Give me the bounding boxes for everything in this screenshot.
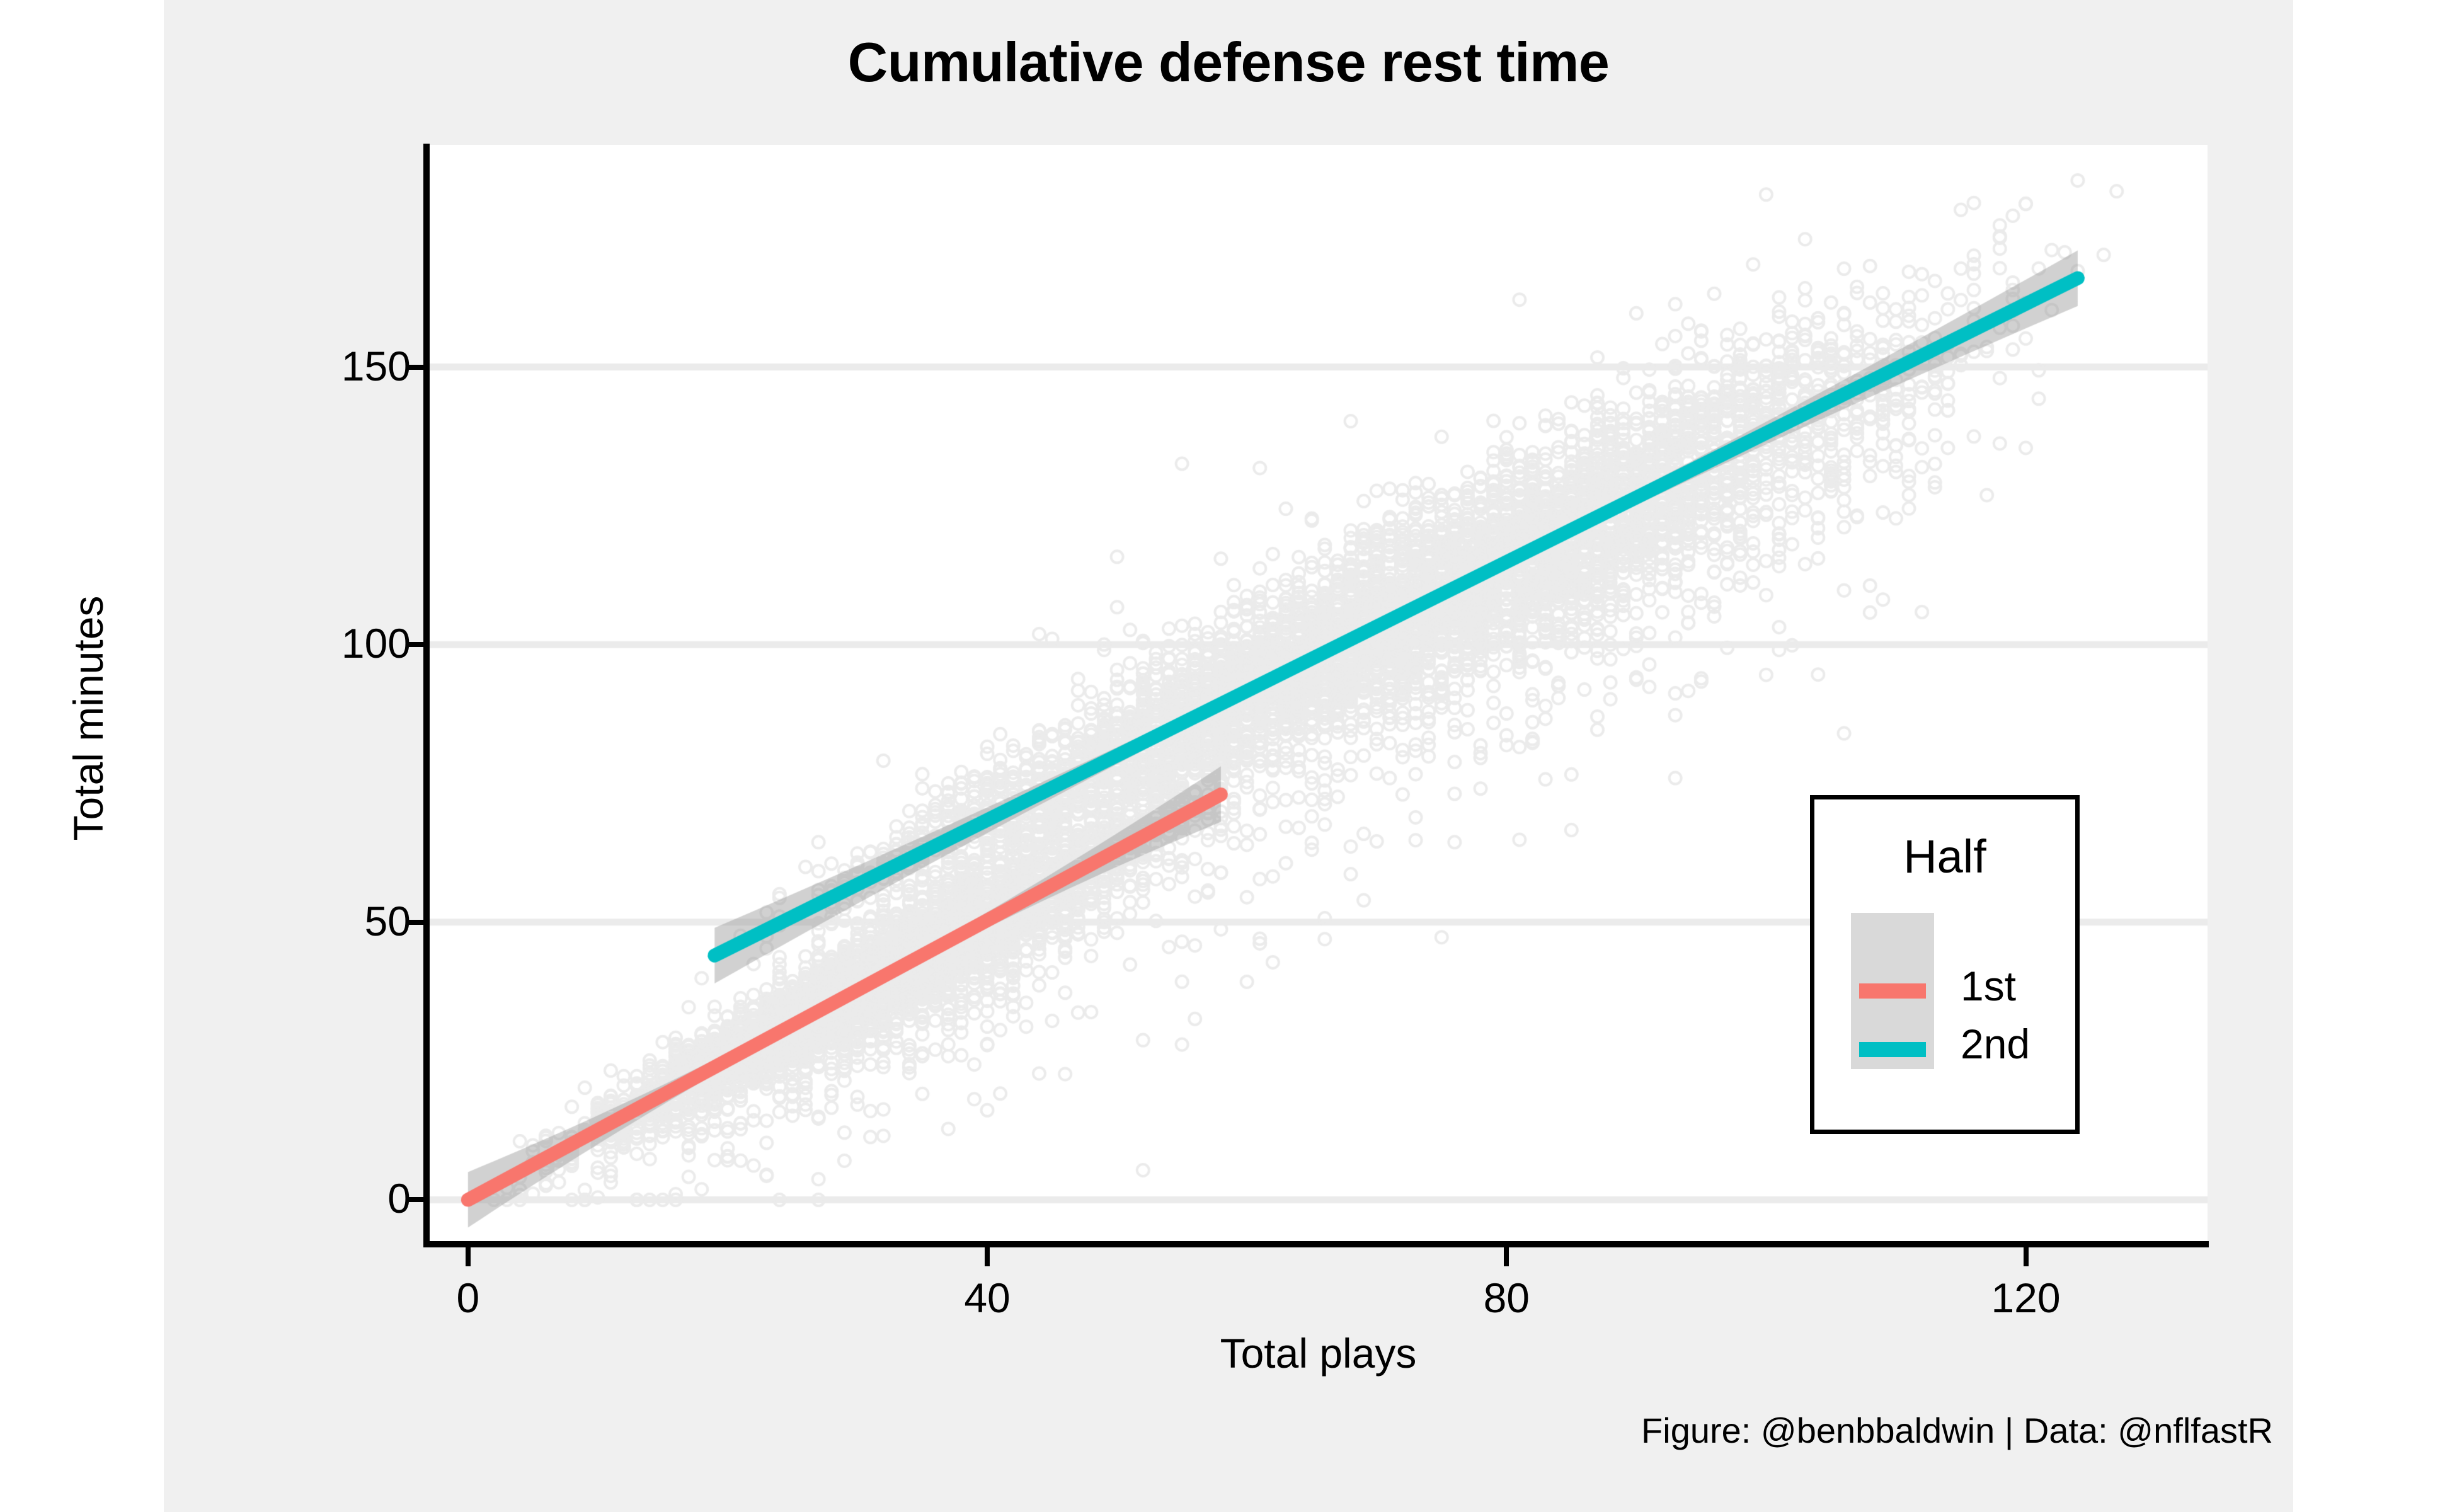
x-axis-line <box>423 1241 2209 1247</box>
x-tick-label-80: 80 <box>1483 1274 1530 1321</box>
x-tick-label-0: 0 <box>456 1274 480 1321</box>
legend-key-line-1st <box>1859 983 1926 999</box>
figure-root: Cumulative defense rest time 0 50 100 150 0… <box>0 0 2457 1512</box>
y-tick-label-100: 100 <box>341 620 411 667</box>
y-tick-label-50: 50 <box>364 897 411 944</box>
x-axis-label: Total plays <box>1220 1330 1417 1377</box>
legend[interactable]: Half 1st 2nd <box>1810 795 2080 1134</box>
x-tick-label-120: 120 <box>1991 1274 2061 1321</box>
y-axis-label: Total minutes <box>65 595 112 841</box>
y-tick-label-0: 0 <box>387 1175 411 1222</box>
page-title: Cumulative defense rest time <box>847 31 1610 93</box>
x-tick-40 <box>985 1247 990 1266</box>
legend-label-2nd[interactable]: 2nd <box>1961 1020 2030 1068</box>
legend-title: Half <box>1903 830 1986 883</box>
x-tick-80 <box>1504 1247 1509 1266</box>
y-axis-line <box>423 144 430 1246</box>
x-tick-120 <box>2023 1247 2029 1266</box>
legend-key-line-2nd <box>1859 1042 1926 1057</box>
x-tick-0 <box>465 1247 471 1266</box>
y-tick-label-150: 150 <box>341 342 411 389</box>
x-tick-label-40: 40 <box>964 1274 1011 1321</box>
figure-caption: Figure: @benbbaldwin | Data: @nflfastR <box>1641 1411 2273 1450</box>
legend-label-1st[interactable]: 1st <box>1961 962 2016 1010</box>
